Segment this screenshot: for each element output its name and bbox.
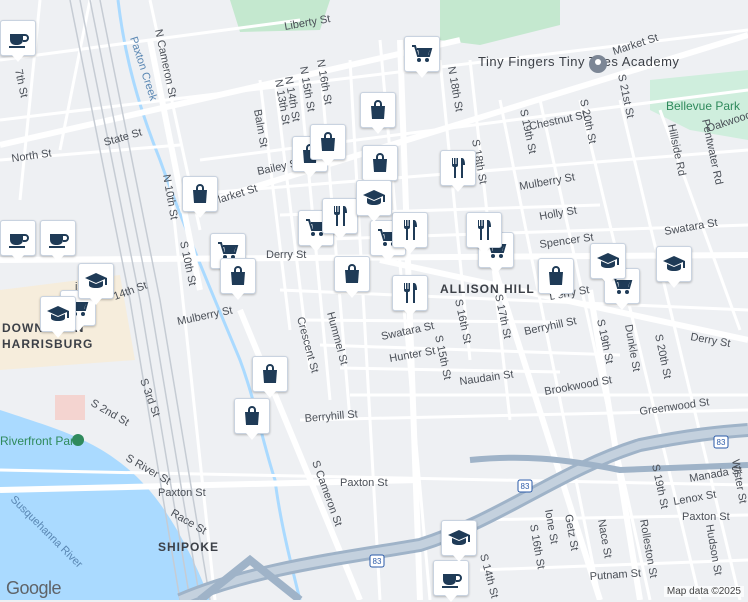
hospital-area <box>55 395 85 420</box>
google-logo: Google <box>6 578 62 598</box>
poi-marker-cafe[interactable] <box>40 220 76 262</box>
area-label-allison-hill: ALLISON HILL <box>440 282 535 296</box>
svg-text:83: 83 <box>373 557 382 566</box>
poi-marker-restaurant[interactable] <box>322 198 358 240</box>
svg-text:Paxton St: Paxton St <box>340 477 388 489</box>
area-label-harrisburg: HARRISBURG <box>2 337 93 351</box>
poi-marker-school[interactable] <box>656 246 692 288</box>
place-label-tiny-fingers: Tiny Fingers Tiny Toes Academy <box>478 54 679 69</box>
poi-marker-school[interactable] <box>78 263 114 305</box>
poi-marker-school[interactable] <box>590 243 626 285</box>
area-label-shipoke: SHIPOKE <box>158 540 219 554</box>
graduation-cap-icon <box>448 530 470 545</box>
fork-knife-icon <box>404 220 417 240</box>
fork-knife-icon <box>478 220 491 240</box>
poi-marker-cafe[interactable] <box>0 220 36 262</box>
shopping-bag-icon <box>549 266 563 285</box>
poi-marker-school[interactable] <box>356 180 392 222</box>
svg-text:83: 83 <box>521 482 530 491</box>
poi-marker-shopping[interactable] <box>362 145 398 187</box>
shopping-bag-icon <box>245 406 259 425</box>
poi-marker-cafe[interactable] <box>433 560 469 602</box>
poi-marker-shopping[interactable] <box>310 124 346 166</box>
park-label-riverfront: Riverfront Park <box>0 434 81 448</box>
poi-marker-grocery[interactable] <box>404 36 440 78</box>
graduation-cap-icon <box>597 253 619 268</box>
coffee-cup-icon <box>442 574 462 588</box>
coffee-cup-icon <box>9 234 29 248</box>
poi-marker-shopping[interactable] <box>334 256 370 298</box>
poi-marker-cafe[interactable] <box>0 20 36 62</box>
fork-knife-icon <box>334 206 347 226</box>
shopping-bag-icon <box>231 266 245 285</box>
shopping-bag-icon <box>263 364 277 383</box>
shopping-bag-icon <box>371 100 385 119</box>
poi-marker-shopping[interactable] <box>538 258 574 300</box>
graduation-cap-icon <box>85 273 107 288</box>
poi-marker-shopping[interactable] <box>182 176 218 218</box>
fork-knife-icon <box>452 158 465 178</box>
svg-text:Paxton St: Paxton St <box>682 511 730 523</box>
poi-marker-restaurant[interactable] <box>392 212 428 254</box>
svg-text:83: 83 <box>717 438 726 447</box>
park-label-bellevue: Bellevue Park <box>666 99 741 113</box>
fork-knife-icon <box>404 283 417 303</box>
shopping-bag-icon <box>373 153 387 172</box>
svg-text:Paxton St: Paxton St <box>158 487 206 499</box>
map-attribution[interactable]: Map data ©2025 <box>663 586 744 597</box>
svg-text:Derry St: Derry St <box>266 249 306 261</box>
shopping-bag-icon <box>345 264 359 283</box>
shopping-cart-icon <box>412 45 433 62</box>
shopping-bag-icon <box>193 184 207 203</box>
graduation-cap-icon <box>47 306 69 321</box>
poi-marker-shopping[interactable] <box>220 258 256 300</box>
poi-marker-restaurant[interactable] <box>440 150 476 192</box>
shopping-bag-icon <box>321 132 335 151</box>
park-pin-icon[interactable] <box>72 434 84 446</box>
poi-marker-shopping[interactable] <box>234 398 270 440</box>
poi-marker-school[interactable] <box>40 296 76 338</box>
poi-marker-shopping[interactable] <box>252 356 288 398</box>
graduation-cap-icon <box>663 256 685 271</box>
poi-marker-school[interactable] <box>441 520 477 562</box>
poi-marker-restaurant[interactable] <box>392 275 428 317</box>
poi-marker-restaurant[interactable] <box>466 212 502 254</box>
coffee-cup-icon <box>9 34 29 48</box>
graduation-cap-icon <box>363 190 385 205</box>
poi-marker-shopping[interactable] <box>360 92 396 134</box>
coffee-cup-icon <box>49 234 69 248</box>
